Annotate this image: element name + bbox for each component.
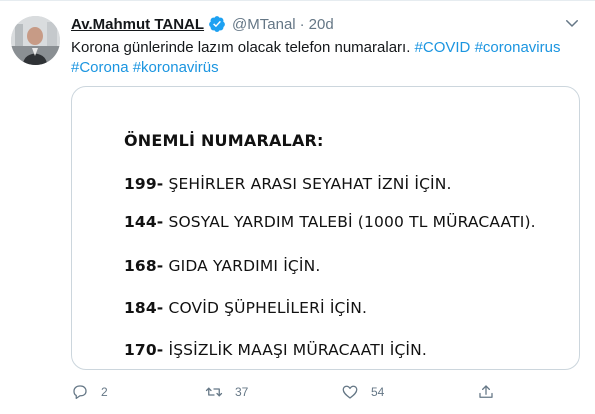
- number-row: 184- COVİD ŞÜPHELİLERİ İÇİN.: [124, 299, 367, 317]
- number-description: İŞSİZLİK MAAŞI MÜRACAATI İÇİN.: [168, 341, 427, 359]
- phone-number: 170-: [124, 341, 164, 359]
- tweet-image[interactable]: ÖNEMLİ NUMARALAR: 199- ŞEHİRLER ARASI SE…: [71, 86, 580, 370]
- retweet-count: 37: [235, 385, 249, 399]
- chevron-down-icon[interactable]: [563, 14, 581, 32]
- phone-number: 184-: [124, 299, 164, 317]
- number-description: ŞEHİRLER ARASI SEYAHAT İZNİ İÇİN.: [168, 175, 452, 193]
- number-description: COVİD ŞÜPHELİLERİ İÇİN.: [168, 299, 368, 317]
- tweet-timestamp[interactable]: 20d: [309, 16, 334, 33]
- number-row: 144- SOSYAL YARDIM TALEBİ (1000 TL MÜRAC…: [124, 213, 536, 231]
- avatar-photo: [11, 16, 60, 65]
- like-button[interactable]: 54: [341, 381, 384, 403]
- reply-icon: [73, 385, 87, 400]
- retweet-button[interactable]: 37: [205, 381, 248, 403]
- heart-icon: [342, 385, 358, 399]
- reply-count: 2: [101, 385, 108, 399]
- hashtag-link[interactable]: #koronavirüs: [133, 59, 219, 76]
- header-separator: ·: [299, 15, 305, 33]
- tweet-actions: 2 37 54: [71, 381, 511, 403]
- hashtag-link[interactable]: #Corona: [71, 59, 129, 76]
- user-handle[interactable]: @MTanal: [232, 16, 296, 33]
- tweet-text-body: Korona günlerinde lazım olacak telefon n…: [71, 39, 411, 56]
- display-name[interactable]: Av.Mahmut TANAL: [71, 16, 204, 33]
- image-title: ÖNEMLİ NUMARALAR:: [124, 131, 324, 150]
- number-description: SOSYAL YARDIM TALEBİ (1000 TL MÜRACAATI)…: [168, 213, 536, 231]
- like-count: 54: [371, 385, 385, 399]
- verified-badge-icon: [209, 16, 225, 32]
- tweet-header: Av.Mahmut TANAL @MTanal · 20d: [71, 14, 334, 34]
- share-icon: [479, 385, 493, 398]
- phone-number: 168-: [124, 257, 164, 275]
- avatar[interactable]: [11, 16, 60, 65]
- phone-number: 199-: [124, 175, 164, 193]
- top-divider: [0, 0, 595, 1]
- number-row: 199- ŞEHİRLER ARASI SEYAHAT İZNİ İÇİN.: [124, 175, 452, 193]
- number-row: 170- İŞSİZLİK MAAŞI MÜRACAATI İÇİN.: [124, 341, 427, 359]
- phone-number: 144-: [124, 213, 164, 231]
- reply-button[interactable]: 2: [71, 381, 108, 403]
- number-row: 168- GIDA YARDIMI İÇİN.: [124, 257, 320, 275]
- retweet-icon: [205, 387, 223, 397]
- tweet-text: Korona günlerinde lazım olacak telefon n…: [71, 38, 571, 78]
- number-description: GIDA YARDIMI İÇİN.: [168, 257, 321, 275]
- share-button[interactable]: [477, 381, 495, 403]
- hashtag-link[interactable]: #coronavirus: [475, 39, 561, 56]
- hashtag-link[interactable]: #COVID: [415, 39, 471, 56]
